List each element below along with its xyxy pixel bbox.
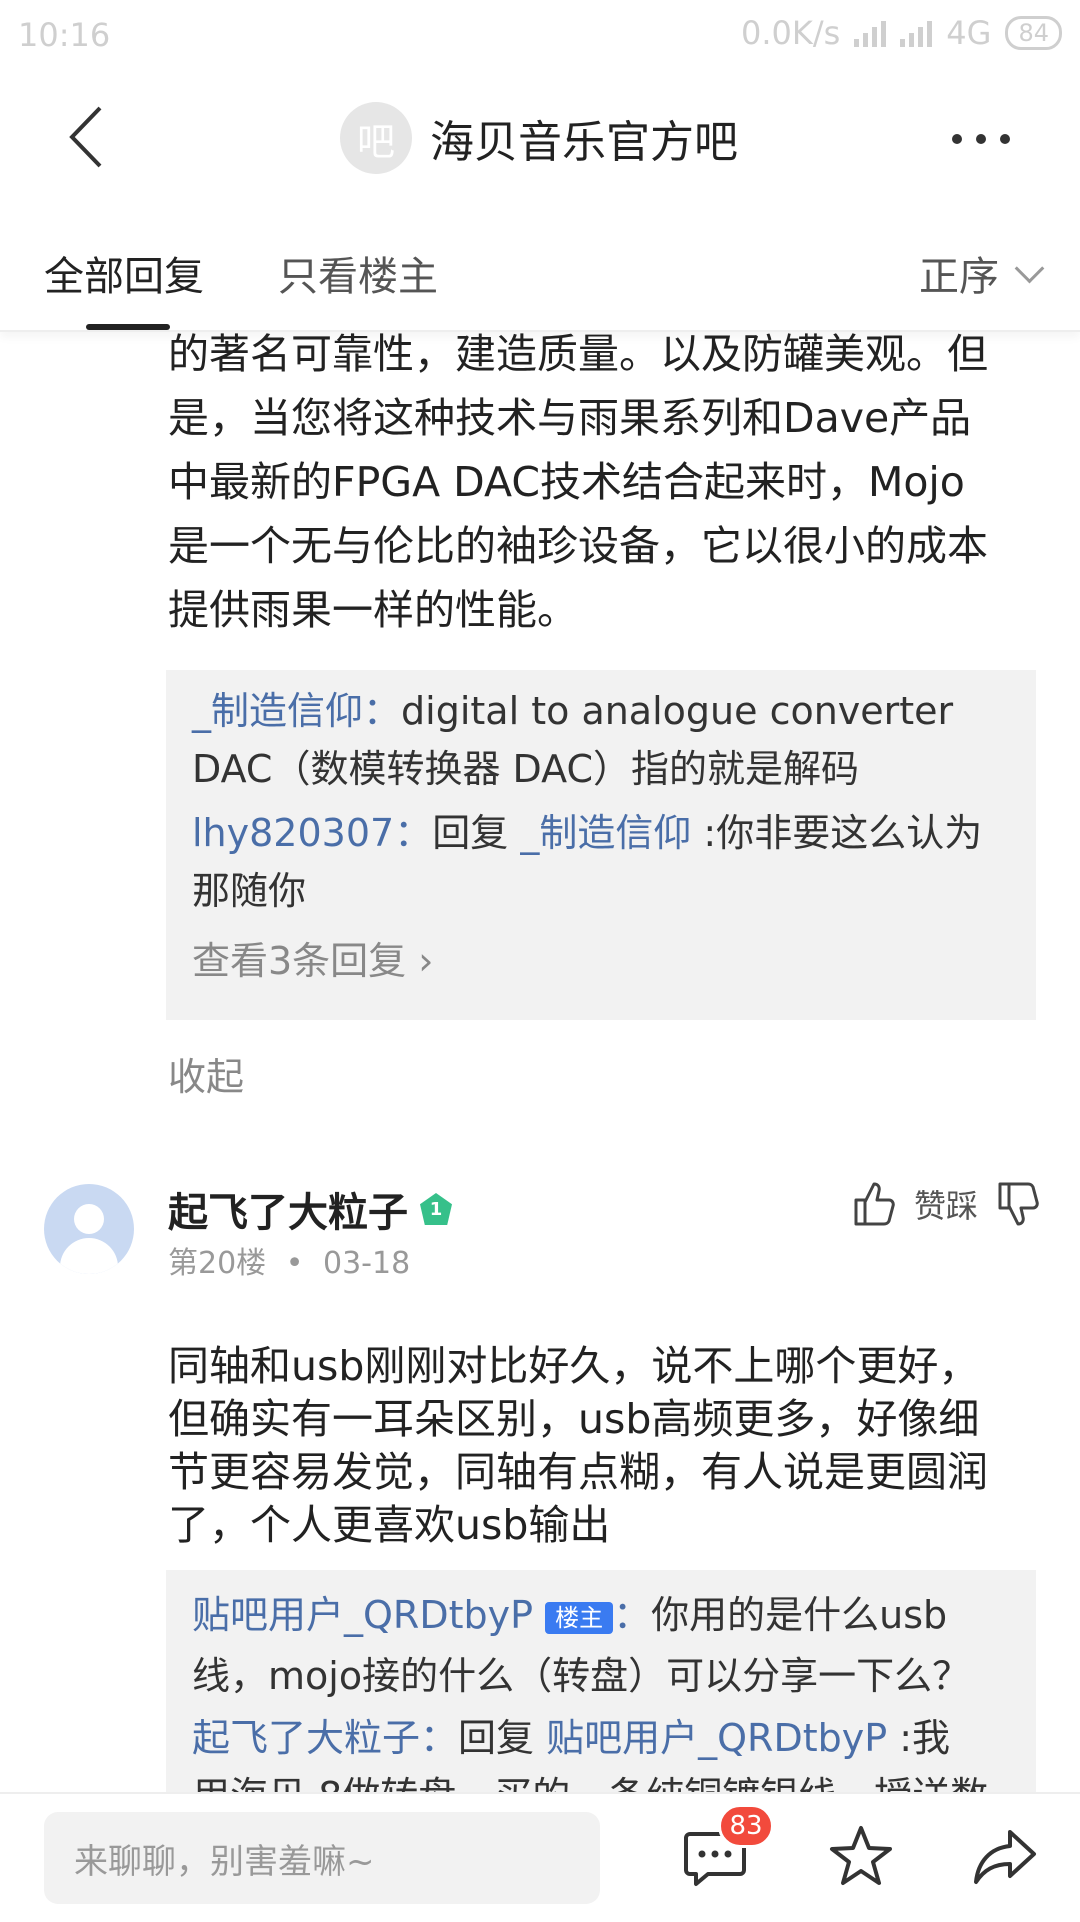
sub-reply-text-cont: 用海贝 8做转盘，买的一条纯铜镀银线，授送数 (166, 1767, 1036, 1793)
avatar[interactable] (44, 1184, 134, 1274)
reply-word: 回复 (432, 811, 521, 855)
reply-target[interactable]: _制造信仰 (520, 811, 691, 855)
sub-reply-text: :我 (887, 1715, 951, 1760)
network-speed: 0.0K/s (740, 14, 841, 52)
status-time: 10:16 (18, 16, 111, 54)
vote-group: 赞踩 (852, 1180, 1040, 1228)
signal-icon (854, 19, 887, 47)
network-type: 4G (946, 14, 992, 52)
post-line: 提供雨果一样的性能。 (168, 586, 578, 634)
post-body: 的著名可靠性，建造质量。以及防罐美观。但 是，当您将这种技术与雨果系列和Dave… (168, 330, 1038, 642)
sub-reply-user[interactable]: _制造信仰 (192, 689, 363, 733)
meta-dot: • (285, 1246, 304, 1281)
post-meta: 第20楼 • 03-18 (168, 1238, 410, 1282)
thumbs-up-icon[interactable] (852, 1180, 896, 1228)
sub-reply-text-cont: DAC（数模转换器 DAC）指的就是解码 (192, 747, 859, 791)
sub-reply-text: :你非要这么认为 (691, 811, 983, 855)
post-line: 的著名可靠性，建造质量。以及防罐美观。但 (168, 330, 988, 378)
sub-reply-user[interactable]: 贴吧用户_QRDtbyP (192, 1593, 533, 1637)
forum-title[interactable]: 吧 海贝音乐官方吧 (340, 102, 738, 174)
post-author-name[interactable]: 起飞了大粒子 (168, 1180, 408, 1238)
sub-reply-text-cont: 那随你 (192, 869, 307, 913)
star-icon[interactable] (826, 1822, 896, 1892)
level-badge: 1 (420, 1193, 452, 1225)
signal-icon-2 (900, 19, 933, 47)
battery-icon: 84 (1005, 16, 1062, 50)
reply-word: 回复 (458, 1715, 547, 1760)
reply-input[interactable]: 来聊聊，别害羞嘛~ (44, 1812, 600, 1904)
sub-reply-text-cont: 线，mojo接的什么（转盘）可以分享一下么？ (192, 1653, 971, 1698)
post-line: 了，个人更喜欢usb输出 (168, 1501, 611, 1549)
tab-owner-only[interactable]: 只看楼主 (278, 244, 438, 302)
top-nav: 吧 海贝音乐官方吧 (0, 72, 1080, 202)
collapse-button[interactable]: 收起 (168, 1046, 244, 1101)
forum-name: 海贝音乐官方吧 (430, 117, 738, 168)
back-icon[interactable] (60, 102, 120, 172)
sort-dropdown[interactable]: 正序 (919, 244, 1045, 302)
tab-all-replies[interactable]: 全部回复 (44, 244, 204, 302)
more-icon[interactable] (952, 134, 1010, 144)
sort-label: 正序 (919, 254, 999, 300)
sub-reply-text: 你用的是什么usb (651, 1593, 948, 1637)
sub-reply[interactable]: lhy820307：回复 _制造信仰 :你非要这么认为 (166, 804, 1036, 862)
reply-target[interactable]: 贴吧用户_QRDtbyP (546, 1716, 887, 1760)
sub-replies: _制造信仰：digital to analogue converter DAC（… (166, 670, 1036, 1020)
post-body: 同轴和usb刚刚对比好久，说不上哪个更好， 但确实有一耳朵区别，usb高频更多，… (168, 1340, 1038, 1552)
forum-avatar: 吧 (340, 102, 412, 174)
reply-tabs: 全部回复 只看楼主 正序 (0, 222, 1080, 332)
sub-reply-sep: ： (420, 1715, 459, 1760)
post-line: 但确实有一耳朵区别，usb高频更多，好像细 (168, 1395, 980, 1443)
sub-reply-sep: ： (363, 689, 402, 733)
sub-reply-user[interactable]: lhy820307 (192, 811, 394, 855)
sub-reply[interactable]: 贴吧用户_QRDtbyP 楼主 ：你用的是什么usb (166, 1586, 1036, 1647)
post-line: 节更容易发觉，同轴有点糊，有人说是更圆润 (168, 1448, 988, 1496)
thumbs-down-icon[interactable] (996, 1180, 1040, 1228)
post-line: 中最新的FPGA DAC技术结合起来时，Mojo (168, 458, 965, 506)
message-count-badge: 83 (718, 1804, 774, 1848)
share-icon[interactable] (970, 1822, 1040, 1892)
floor-number: 第20楼 (168, 1246, 267, 1281)
sub-reply-sep: ： (613, 1593, 652, 1637)
status-bar: 10:16 0.0K/s 4G 84 (0, 0, 1080, 72)
sub-reply-text: digital to analogue converter (401, 689, 954, 733)
sub-reply[interactable]: _制造信仰：digital to analogue converter (166, 682, 1036, 740)
view-more-replies[interactable]: 查看3条回复 › (166, 930, 1036, 985)
reply-list[interactable]: 的著名可靠性，建造质量。以及防罐美观。但 是，当您将这种技术与雨果系列和Dave… (0, 330, 1080, 1792)
post-line: 是一个无与伦比的袖珍设备，它以很小的成本 (168, 522, 988, 570)
post-line: 是，当您将这种技术与雨果系列和Dave产品 (168, 394, 972, 442)
sub-reply[interactable]: 起飞了大粒子：回复 贴吧用户_QRDtbyP :我 (166, 1709, 1036, 1767)
post-date: 03-18 (322, 1246, 411, 1281)
status-right: 0.0K/s 4G 84 (741, 14, 1062, 52)
vote-label: 赞踩 (913, 1187, 978, 1225)
active-tab-indicator (86, 324, 170, 330)
bottom-bar: 来聊聊，别害羞嘛~ 83 (0, 1792, 1080, 1922)
owner-badge: 楼主 (545, 1601, 614, 1634)
sub-reply-sep: ： (394, 811, 433, 855)
sub-replies: 贴吧用户_QRDtbyP 楼主 ：你用的是什么usb 线，mojo接的什么（转盘）… (166, 1570, 1036, 1792)
chevron-down-icon (1014, 253, 1045, 283)
post-line: 同轴和usb刚刚对比好久，说不上哪个更好， (168, 1342, 980, 1390)
sub-reply-user[interactable]: 起飞了大粒子 (192, 1716, 420, 1760)
post-author[interactable]: 起飞了大粒子 1 (168, 1180, 452, 1238)
